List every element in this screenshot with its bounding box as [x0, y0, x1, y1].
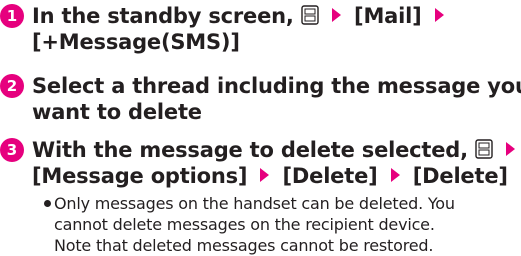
- arrow-icon: [260, 168, 270, 182]
- step-1-mail-item: [Mail]: [354, 4, 422, 28]
- step-2-line-2: want to delete: [32, 100, 202, 124]
- arrow-icon: [434, 8, 444, 22]
- step-2-line-1: Select a thread including the message yo…: [32, 74, 521, 98]
- delete-item-1: [Delete]: [282, 164, 378, 188]
- step-number-1: 1: [0, 4, 24, 28]
- message-options-item: [Message options]: [32, 164, 248, 188]
- menu-key-icon: [301, 5, 319, 25]
- arrow-icon: [506, 142, 516, 156]
- step-3-text: With the message to delete selected,: [32, 138, 468, 162]
- step-number-3: 3: [0, 138, 24, 162]
- step-3-line-1: With the message to delete selected,: [32, 137, 521, 163]
- step-number-2: 2: [0, 74, 24, 98]
- note-line-1: Only messages on the handset can be dele…: [54, 194, 455, 213]
- step-1-text: In the standby screen,: [32, 4, 294, 28]
- step-3-line-2: [Message options] [Delete] [Delete]: [32, 163, 508, 189]
- menu-key-icon: [475, 139, 493, 159]
- step-1-line-2: [+Message(SMS)]: [32, 30, 240, 54]
- note-line-3: Note that deleted messages cannot be res…: [54, 236, 434, 255]
- arrow-icon: [331, 8, 341, 22]
- arrow-icon: [390, 168, 400, 182]
- delete-item-2: [Delete]: [412, 164, 508, 188]
- bullet-icon: [44, 200, 51, 207]
- step-1-line-1: In the standby screen, [Mail]: [32, 3, 450, 29]
- note-line-2: cannot delete messages on the recipient …: [54, 215, 435, 234]
